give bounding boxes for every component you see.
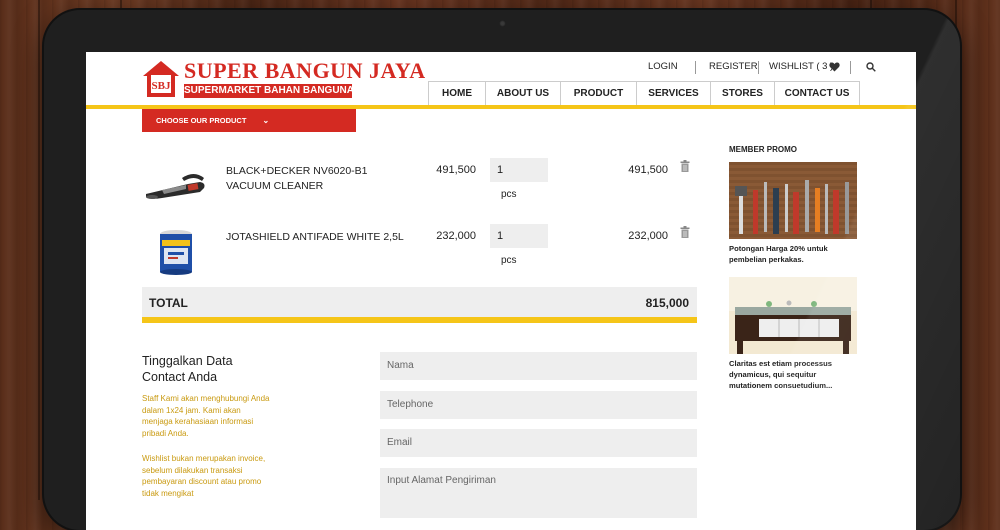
nav-product[interactable]: PRODUCT <box>561 82 637 106</box>
brand-subtitle: SUPERMARKET BAHAN BANGUNAN <box>184 84 362 98</box>
product-name[interactable]: JOTASHIELD ANTIFADE WHITE 2,5L <box>226 230 426 245</box>
email-input[interactable]: Email <box>380 429 697 457</box>
total-value: 815,000 <box>645 296 689 310</box>
member-promo-title: MEMBER PROMO <box>729 145 797 154</box>
product-price: 232,000 <box>436 230 476 242</box>
kitchen-promo-image[interactable] <box>729 277 857 354</box>
choose-product-dropdown[interactable]: CHOOSE OUR PRODUCT ⌄ <box>142 109 356 132</box>
total-yellow-bar <box>142 317 697 323</box>
main-navigation: HOME ABOUT US PRODUCT SERVICES STORES CO… <box>428 81 860 106</box>
quantity-unit: pcs <box>501 189 517 200</box>
logo-initials: SBJ <box>152 80 171 92</box>
promo-caption[interactable]: Claritas est etiam processus dynamicus, … <box>729 358 859 391</box>
trash-icon[interactable] <box>680 226 690 238</box>
tools-promo-image[interactable] <box>729 162 857 239</box>
webpage-screen: SBJ SUPER BANGUN JAYA SUPERMARKET BAHAN … <box>86 52 916 530</box>
nav-home[interactable]: HOME <box>429 82 486 106</box>
choose-product-label: CHOOSE OUR PRODUCT <box>156 116 247 125</box>
search-icon[interactable] <box>866 62 876 72</box>
product-subtotal: 232,000 <box>628 230 668 242</box>
top-utility-nav: LOGIN REGISTER WISHLIST ( 3 ) <box>616 61 916 75</box>
total-label: TOTAL <box>149 296 188 310</box>
chevron-down-icon: ⌄ <box>262 116 270 125</box>
vacuum-cleaner-image <box>146 174 205 199</box>
camera-dot <box>499 20 506 27</box>
tablet-device: SBJ SUPER BANGUN JAYA SUPERMARKET BAHAN … <box>44 10 960 530</box>
quantity-input[interactable]: 1 <box>490 224 548 248</box>
house-logo-icon: SBJ <box>143 61 179 97</box>
product-name[interactable]: BLACK+DECKER NV6020-B1 VACUUM CLEANER <box>226 164 396 194</box>
telephone-input[interactable]: Telephone <box>380 391 697 419</box>
nav-contact-us[interactable]: CONTACT US <box>775 82 859 106</box>
nav-services[interactable]: SERVICES <box>637 82 711 106</box>
paint-bucket-image <box>160 230 192 275</box>
contact-note-wishlist: Wishlist bukan merupakan invoice, sebelu… <box>142 454 266 498</box>
cart-item-row: BLACK+DECKER NV6020-B1 VACUUM CLEANER 49… <box>142 158 697 214</box>
address-textarea[interactable]: Input Alamat Pengiriman <box>380 468 697 518</box>
trash-icon[interactable] <box>680 160 690 172</box>
promo-caption[interactable]: Potongan Harga 20% untuk pembelian perka… <box>729 243 859 265</box>
name-input[interactable]: Nama <box>380 352 697 380</box>
login-link[interactable]: LOGIN <box>648 61 678 72</box>
register-link[interactable]: REGISTER <box>709 61 758 72</box>
product-price: 491,500 <box>436 164 476 176</box>
product-subtotal: 491,500 <box>628 164 668 176</box>
nav-about-us[interactable]: ABOUT US <box>486 82 561 106</box>
brand-title: SUPER BANGUN JAYA <box>184 58 426 83</box>
quantity-input[interactable]: 1 <box>490 158 548 182</box>
site-logo[interactable]: SBJ SUPER BANGUN JAYA SUPERMARKET BAHAN … <box>142 58 425 100</box>
contact-form-title: Tinggalkan Data Contact Anda <box>142 354 233 384</box>
wishlist-link[interactable]: WISHLIST ( 3 ) <box>769 61 833 72</box>
cart-total-bar: TOTAL 815,000 <box>142 287 697 317</box>
heart-icon[interactable] <box>829 62 840 72</box>
contact-note-privacy: Staff Kami akan menghubungi Anda dalam 1… <box>142 394 270 438</box>
quantity-unit: pcs <box>501 255 517 266</box>
nav-stores[interactable]: STORES <box>711 82 775 106</box>
cart-item-row: JOTASHIELD ANTIFADE WHITE 2,5L 232,000 1… <box>142 224 697 280</box>
